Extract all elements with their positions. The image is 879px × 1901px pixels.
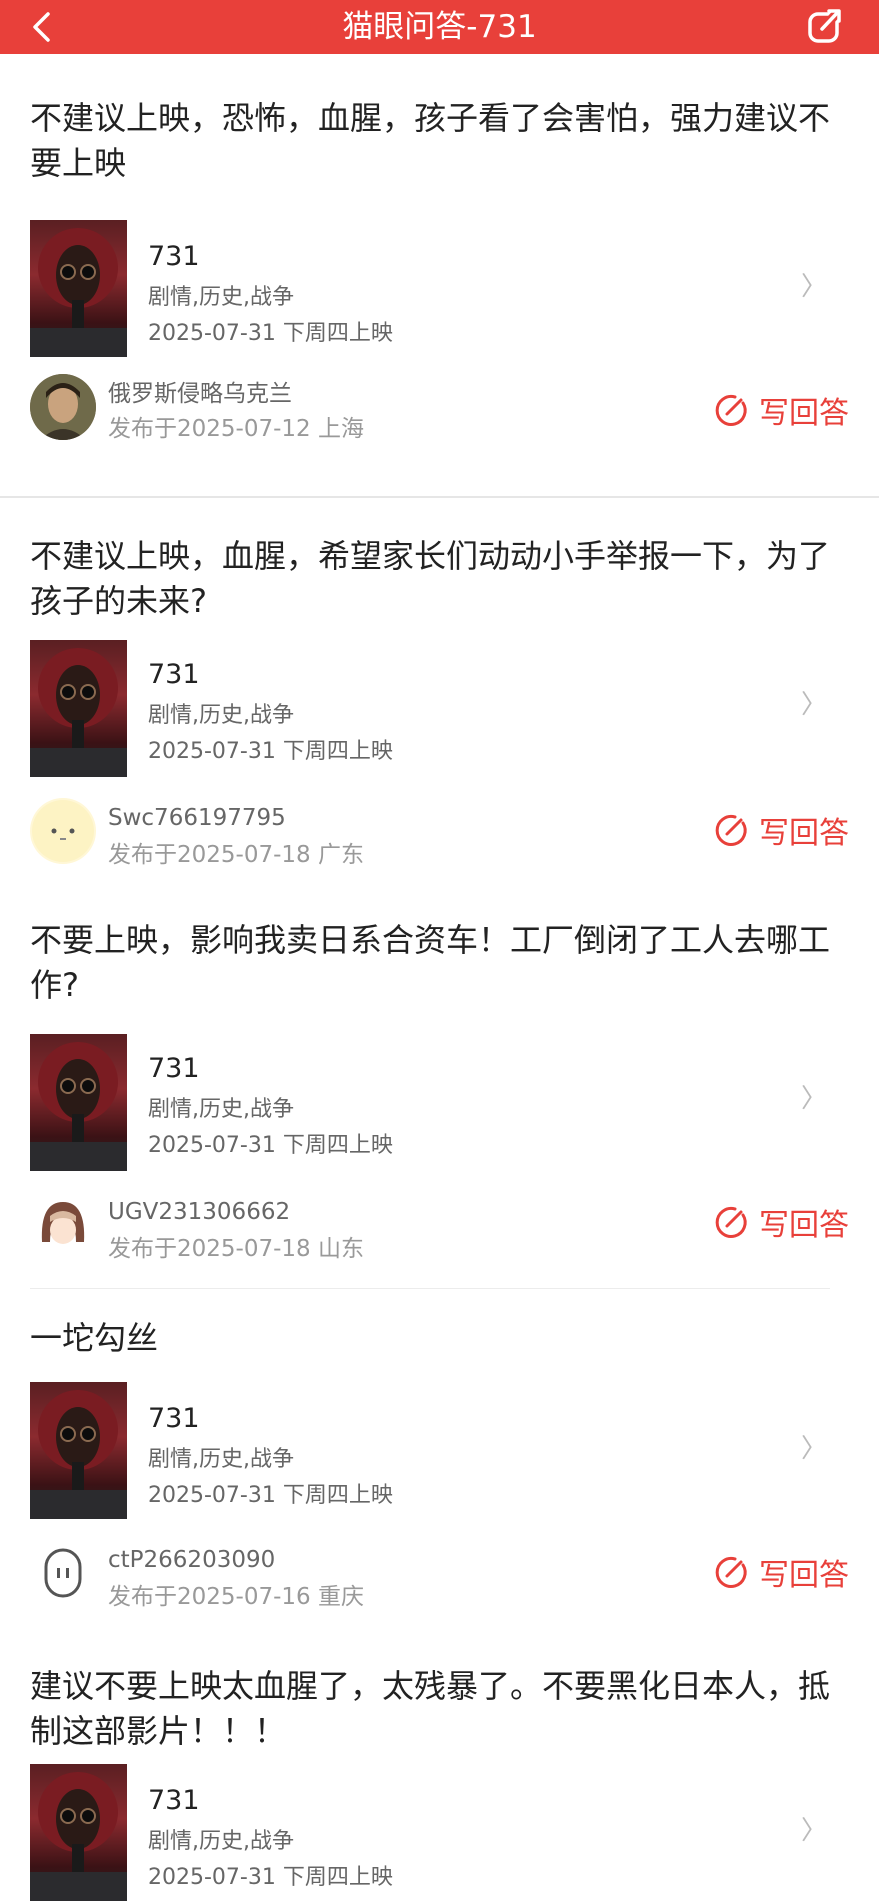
edit-circle-icon <box>715 1206 747 1238</box>
question-text[interactable]: 建议不要上映太血腥了，太残暴了。不要黑化日本人，抵制这部影片！！！ <box>30 1664 850 1754</box>
chevron-right-icon[interactable]: 〉 <box>801 690 827 720</box>
write-answer-label: 写回答 <box>759 396 849 431</box>
movie-title[interactable]: 731 <box>148 1784 200 1818</box>
movie-title[interactable]: 731 <box>148 658 200 692</box>
movie-release-date: 2025-07-31 下周四上映 <box>148 1133 393 1158</box>
movie-genres: 剧情,历史,战争 <box>148 1447 294 1472</box>
question-text[interactable]: 不要上映，影响我卖日系合资车！工厂倒闭了工人去哪工作? <box>30 918 850 1008</box>
movie-title[interactable]: 731 <box>148 1402 200 1436</box>
avatar[interactable] <box>30 798 96 864</box>
movie-genres: 剧情,历史,战争 <box>148 1097 294 1122</box>
movie-release-date: 2025-07-31 下周四上映 <box>148 1865 393 1890</box>
movie-poster[interactable] <box>30 1764 127 1901</box>
post-meta: 发布于2025-07-12 上海 <box>108 416 364 442</box>
question-card[interactable]: 建议不要上映太血腥了，太残暴了。不要黑化日本人，抵制这部影片！！！ 731 剧情… <box>0 1628 879 1901</box>
user-name[interactable]: Swc766197795 <box>108 803 286 833</box>
movie-release-date: 2025-07-31 下周四上映 <box>148 1483 393 1508</box>
avatar[interactable] <box>30 1192 96 1258</box>
movie-title[interactable]: 731 <box>148 1052 200 1086</box>
share-icon[interactable] <box>805 6 845 46</box>
avatar[interactable] <box>30 374 96 440</box>
chevron-right-icon[interactable]: 〉 <box>801 272 827 302</box>
chevron-right-icon[interactable]: 〉 <box>801 1816 827 1846</box>
user-name[interactable]: ctP266203090 <box>108 1545 275 1575</box>
movie-genres: 剧情,历史,战争 <box>148 703 294 728</box>
movie-poster[interactable] <box>30 1034 127 1171</box>
user-name[interactable]: UGV231306662 <box>108 1197 290 1227</box>
movie-release-date: 2025-07-31 下周四上映 <box>148 321 393 346</box>
question-text[interactable]: 一坨勾丝 <box>30 1316 850 1361</box>
write-answer-button[interactable]: 写回答 <box>713 1552 849 1593</box>
post-meta: 发布于2025-07-16 重庆 <box>108 1584 364 1610</box>
avatar[interactable] <box>30 1540 96 1606</box>
edit-circle-icon <box>715 394 747 426</box>
user-name[interactable]: 俄罗斯侵略乌克兰 <box>108 379 292 409</box>
movie-genres: 剧情,历史,战争 <box>148 285 294 310</box>
chevron-right-icon[interactable]: 〉 <box>801 1084 827 1114</box>
movie-title[interactable]: 731 <box>148 240 200 274</box>
movie-poster[interactable] <box>30 220 127 357</box>
question-card[interactable]: 不要上映，影响我卖日系合资车！工厂倒闭了工人去哪工作? 731 剧情,历史,战争… <box>0 898 879 1298</box>
chevron-right-icon[interactable]: 〉 <box>801 1434 827 1464</box>
movie-release-date: 2025-07-31 下周四上映 <box>148 739 393 764</box>
question-card[interactable]: 一坨勾丝 731 剧情,历史,战争 2025-07-31 下周四上映 〉 ctP… <box>0 1298 879 1628</box>
question-card[interactable]: 不建议上映，恐怖，血腥，孩子看了会害怕，强力建议不要上映 731 剧情,历史,战… <box>0 54 879 498</box>
row-divider <box>30 1288 830 1289</box>
edit-circle-icon <box>715 814 747 846</box>
app-header: 猫眼问答-731 <box>0 0 879 54</box>
question-text[interactable]: 不建议上映，恐怖，血腥，孩子看了会害怕，强力建议不要上映 <box>30 96 850 186</box>
movie-poster[interactable] <box>30 1382 127 1519</box>
post-meta: 发布于2025-07-18 山东 <box>108 1236 364 1262</box>
write-answer-button[interactable]: 写回答 <box>713 810 849 851</box>
write-answer-button[interactable]: 写回答 <box>713 1202 849 1243</box>
movie-genres: 剧情,历史,战争 <box>148 1829 294 1854</box>
write-answer-label: 写回答 <box>759 1558 849 1593</box>
edit-circle-icon <box>715 1556 747 1588</box>
movie-poster[interactable] <box>30 640 127 777</box>
question-card[interactable]: 不建议上映，血腥，希望家长们动动小手举报一下，为了孩子的未来? 731 剧情,历… <box>0 498 879 898</box>
question-text[interactable]: 不建议上映，血腥，希望家长们动动小手举报一下，为了孩子的未来? <box>30 534 850 624</box>
page-title: 猫眼问答-731 <box>342 9 537 45</box>
post-meta: 发布于2025-07-18 广东 <box>108 842 364 868</box>
write-answer-label: 写回答 <box>759 816 849 851</box>
write-answer-button[interactable]: 写回答 <box>713 390 849 431</box>
write-answer-label: 写回答 <box>759 1208 849 1243</box>
